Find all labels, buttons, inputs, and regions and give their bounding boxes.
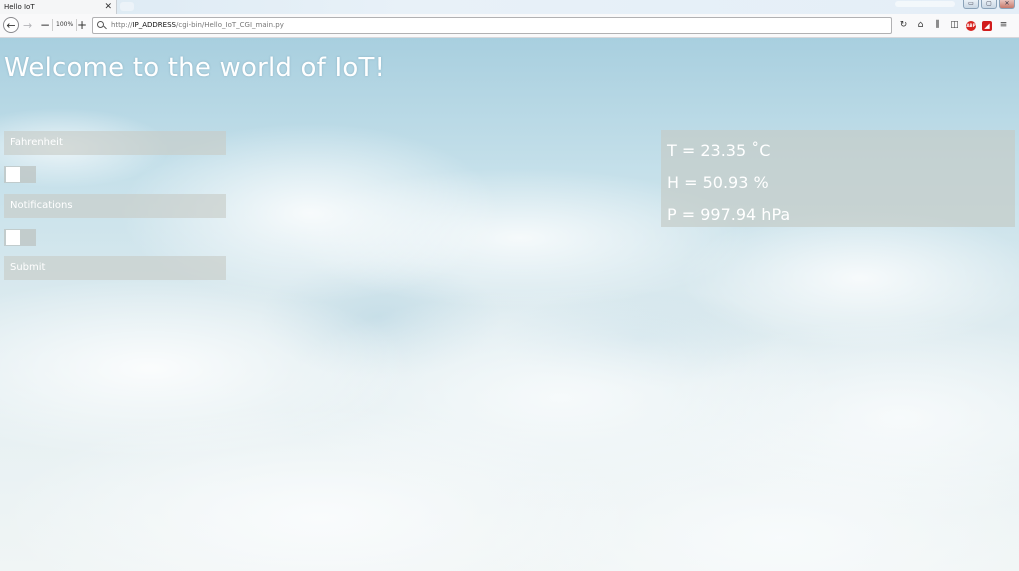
reload-icon[interactable]: ↻ [898, 20, 909, 31]
menu-icon[interactable]: ≡ [998, 20, 1009, 31]
temperature-reading: T = 23.35 ˚C [667, 141, 771, 160]
page-viewport: Welcome to the world of IoT! Fahrenheit … [0, 38, 1019, 571]
close-tab-icon[interactable]: ✕ [104, 0, 112, 14]
url-text[interactable]: http://IP_ADDRESS/cgi-bin/Hello_IoT_CGI_… [111, 18, 284, 33]
toggle-knob [6, 230, 20, 245]
close-window-button[interactable]: ✕ [999, 0, 1015, 9]
page-title: Welcome to the world of IoT! [4, 53, 386, 83]
url-path: /cgi-bin/Hello_IoT_CGI_main.py [175, 21, 284, 29]
sidebar-icon[interactable]: ◫ [949, 20, 960, 31]
home-icon[interactable]: ⌂ [915, 20, 926, 31]
library-icon[interactable]: ⫼ [932, 20, 943, 31]
adblock-icon[interactable]: ABP [966, 20, 976, 31]
windows-search-box[interactable] [895, 1, 955, 7]
window-controls: ▭ ▢ ✕ [963, 0, 1015, 9]
zoom-out-button[interactable]: − [40, 17, 50, 34]
zoom-in-button[interactable]: + [77, 17, 87, 34]
zoom-level-indicator[interactable]: 100% [52, 19, 78, 31]
fahrenheit-label: Fahrenheit [4, 131, 226, 155]
toggle-knob [6, 167, 20, 182]
tab-strip: Hello IoT ✕ ▭ ▢ ✕ [0, 0, 1019, 14]
sensor-readings-panel: T = 23.35 ˚C H = 50.93 % P = 997.94 hPa [661, 130, 1015, 227]
submit-button[interactable]: Submit [4, 256, 226, 280]
fahrenheit-toggle[interactable] [4, 166, 36, 183]
tab-title: Hello IoT [4, 3, 35, 11]
minimize-button[interactable]: ▭ [963, 0, 979, 9]
extension-icon[interactable]: ◢ [982, 20, 992, 31]
forward-button[interactable]: → [23, 17, 32, 34]
notifications-toggle[interactable] [4, 229, 36, 246]
url-host: IP_ADDRESS [132, 21, 176, 29]
maximize-button[interactable]: ▢ [981, 0, 997, 9]
humidity-reading: H = 50.93 % [667, 173, 769, 192]
toolbar-icons: ↻ ⌂ ⫼ ◫ ABP ◢ ≡ [898, 17, 1009, 34]
browser-tab[interactable]: Hello IoT ✕ [0, 0, 117, 14]
url-prefix: http:// [111, 21, 133, 29]
navigation-toolbar: ← → − 100% + http://IP_ADDRESS/cgi-bin/H… [0, 14, 1019, 38]
pressure-reading: P = 997.94 hPa [667, 205, 791, 224]
back-button[interactable]: ← [3, 17, 19, 33]
new-tab-button[interactable] [120, 2, 134, 11]
search-icon [97, 21, 104, 28]
notifications-label: Notifications [4, 194, 226, 218]
address-bar[interactable]: http://IP_ADDRESS/cgi-bin/Hello_IoT_CGI_… [92, 17, 892, 34]
